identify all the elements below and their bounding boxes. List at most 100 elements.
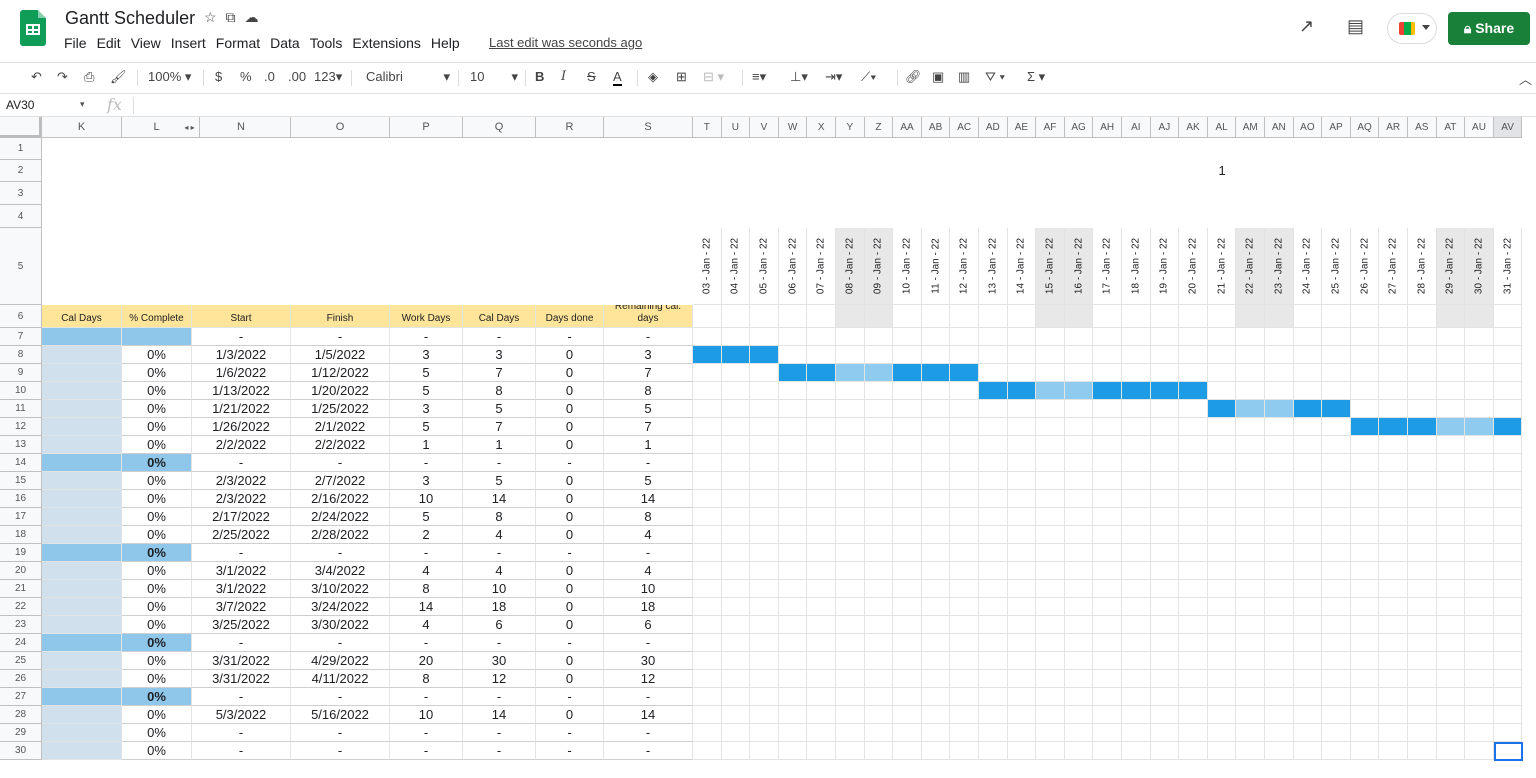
- gantt-cell[interactable]: [893, 472, 922, 490]
- task-cell[interactable]: 0: [536, 490, 604, 508]
- gantt-cell[interactable]: [1007, 328, 1037, 346]
- gantt-cell[interactable]: [1322, 544, 1351, 562]
- row-header[interactable]: 25: [0, 652, 42, 670]
- gantt-cell[interactable]: [1179, 508, 1208, 526]
- gantt-cell[interactable]: [1379, 562, 1408, 580]
- cal-days-cell[interactable]: [42, 508, 122, 526]
- task-cell[interactable]: 2/3/2022: [192, 472, 291, 490]
- gantt-cell[interactable]: [1150, 706, 1180, 724]
- vertical-align-icon[interactable]: ⊥▾: [790, 69, 808, 85]
- task-cell[interactable]: -: [192, 454, 291, 472]
- gantt-cell[interactable]: [1150, 490, 1180, 508]
- redo-icon[interactable]: ↷: [57, 69, 68, 85]
- task-cell[interactable]: -: [536, 724, 604, 742]
- task-cell[interactable]: 5: [463, 400, 536, 418]
- gantt-cell[interactable]: [778, 508, 808, 526]
- gantt-bar-segment[interactable]: [1493, 418, 1523, 436]
- gantt-cell[interactable]: [1350, 670, 1380, 688]
- column-header[interactable]: V: [750, 117, 779, 138]
- gantt-cell[interactable]: [1064, 688, 1094, 706]
- gantt-cell[interactable]: [836, 616, 865, 634]
- task-cell[interactable]: -: [390, 724, 463, 742]
- gantt-cell[interactable]: [893, 328, 922, 346]
- task-cell[interactable]: -: [390, 742, 463, 760]
- task-cell[interactable]: 0: [536, 706, 604, 724]
- gantt-cell[interactable]: [721, 418, 751, 436]
- gantt-cell[interactable]: [836, 508, 865, 526]
- gantt-cell[interactable]: [1236, 562, 1265, 580]
- gantt-cell[interactable]: [1293, 688, 1323, 706]
- gantt-cell[interactable]: [1408, 562, 1437, 580]
- gantt-cell[interactable]: [1379, 364, 1408, 382]
- row-header[interactable]: 8: [0, 346, 42, 364]
- gantt-cell[interactable]: [1036, 346, 1065, 364]
- gantt-cell[interactable]: [1436, 580, 1466, 598]
- gantt-cell[interactable]: [1322, 418, 1351, 436]
- gantt-cell[interactable]: [1265, 634, 1294, 652]
- gantt-cell[interactable]: [1436, 616, 1466, 634]
- column-header[interactable]: Y: [836, 117, 865, 138]
- gantt-cell[interactable]: [1379, 670, 1408, 688]
- gantt-cell[interactable]: [1408, 490, 1437, 508]
- column-header[interactable]: AI: [1122, 117, 1151, 138]
- gantt-cell[interactable]: [1293, 562, 1323, 580]
- gantt-cell[interactable]: [1493, 634, 1523, 652]
- column-header[interactable]: P: [390, 117, 463, 138]
- gantt-cell[interactable]: [979, 328, 1008, 346]
- gantt-cell[interactable]: [1350, 544, 1380, 562]
- gantt-cell[interactable]: [778, 562, 808, 580]
- star-icon[interactable]: ☆: [204, 9, 217, 26]
- gantt-bar-segment[interactable]: [1093, 382, 1122, 400]
- insert-chart-icon[interactable]: ▥: [958, 69, 970, 85]
- task-cell[interactable]: 3/31/2022: [192, 652, 291, 670]
- menu-extensions[interactable]: Extensions: [352, 35, 420, 51]
- gantt-bar-segment[interactable]: [1207, 400, 1237, 418]
- task-cell[interactable]: -: [192, 328, 291, 346]
- gantt-cell[interactable]: [1150, 328, 1180, 346]
- gantt-cell[interactable]: [1379, 706, 1408, 724]
- gantt-cell[interactable]: [778, 328, 808, 346]
- task-cell[interactable]: -: [536, 544, 604, 562]
- gantt-cell[interactable]: [836, 634, 865, 652]
- task-cell[interactable]: 3/30/2022: [291, 616, 390, 634]
- task-cell[interactable]: 5: [390, 418, 463, 436]
- gantt-cell[interactable]: [778, 724, 808, 742]
- gantt-cell[interactable]: [1007, 526, 1037, 544]
- fill-color-icon[interactable]: ◈: [648, 69, 658, 85]
- column-header[interactable]: AJ: [1150, 117, 1180, 138]
- task-cell[interactable]: 3/7/2022: [192, 598, 291, 616]
- gantt-cell[interactable]: [1179, 634, 1208, 652]
- gantt-cell[interactable]: [693, 616, 722, 634]
- gantt-bar-segment[interactable]: [721, 346, 751, 364]
- gantt-cell[interactable]: [864, 742, 894, 760]
- gantt-cell[interactable]: [893, 544, 922, 562]
- gantt-cell[interactable]: [1207, 634, 1237, 652]
- task-cell[interactable]: 0%: [122, 472, 192, 490]
- gantt-cell[interactable]: [721, 616, 751, 634]
- task-cell[interactable]: 0%: [122, 436, 192, 454]
- task-cell[interactable]: 30: [463, 652, 536, 670]
- gantt-cell[interactable]: [1436, 724, 1466, 742]
- cal-days-cell[interactable]: [42, 562, 122, 580]
- gantt-cell[interactable]: [1207, 526, 1237, 544]
- bold-button[interactable]: B: [535, 69, 544, 84]
- gantt-cell[interactable]: [1207, 544, 1237, 562]
- gantt-cell[interactable]: [1122, 418, 1151, 436]
- column-header[interactable]: K: [42, 117, 122, 138]
- cal-days-cell[interactable]: [42, 598, 122, 616]
- gantt-cell[interactable]: [950, 400, 979, 418]
- task-cell[interactable]: 4/11/2022: [291, 670, 390, 688]
- gantt-cell[interactable]: [1207, 580, 1237, 598]
- gantt-cell[interactable]: [893, 508, 922, 526]
- task-cell[interactable]: 4: [604, 562, 693, 580]
- gantt-cell[interactable]: [1236, 508, 1265, 526]
- gantt-cell[interactable]: [1036, 472, 1065, 490]
- task-cell[interactable]: 1: [463, 436, 536, 454]
- undo-icon[interactable]: ↶: [31, 69, 42, 85]
- row-header[interactable]: 3: [0, 182, 42, 205]
- gantt-cell[interactable]: [864, 346, 894, 364]
- gantt-cell[interactable]: [1036, 670, 1065, 688]
- task-cell[interactable]: 0%: [122, 382, 192, 400]
- font-size-select[interactable]: 10 ▾: [470, 69, 518, 84]
- gantt-cell[interactable]: [807, 526, 836, 544]
